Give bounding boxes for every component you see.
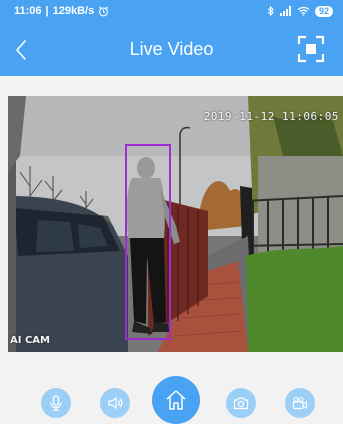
camera-icon	[233, 397, 249, 410]
status-right: 92	[267, 5, 333, 17]
alarm-clock-icon	[99, 6, 109, 16]
record-button[interactable]	[285, 388, 315, 418]
status-bar: 11:06 | 129kB/s 92	[0, 0, 343, 22]
video-frame-scene	[8, 96, 343, 352]
microphone-button[interactable]	[41, 388, 71, 418]
status-left: 11:06 | 129kB/s	[14, 5, 109, 17]
nav-bar: Live Video	[0, 22, 343, 76]
live-video-feed[interactable]: 2019-11-12 11:06:05 AI CAM	[8, 96, 343, 352]
wifi-icon	[297, 6, 310, 16]
status-net-speed: 129kB/s	[52, 5, 95, 17]
page-title: Live Video	[129, 39, 214, 59]
person-detection-box	[125, 144, 171, 340]
status-divider: |	[45, 5, 49, 17]
video-record-icon	[292, 396, 308, 410]
battery-indicator: 92	[314, 5, 333, 17]
snapshot-button[interactable]	[226, 388, 256, 418]
microphone-icon	[50, 395, 62, 411]
fullscreen-icon	[297, 35, 325, 63]
ai-cam-label: AI CAM	[10, 335, 50, 346]
video-timestamp: 2019-11-12 11:06:05	[203, 110, 339, 123]
home-icon	[166, 390, 186, 410]
signal-icon	[279, 6, 291, 16]
speaker-button[interactable]	[100, 388, 130, 418]
fullscreen-button[interactable]	[297, 35, 325, 63]
status-time: 11:06	[14, 5, 42, 17]
bluetooth-icon	[267, 5, 274, 17]
control-bar	[0, 372, 343, 424]
speaker-icon	[108, 396, 123, 410]
home-button[interactable]	[152, 376, 200, 424]
video-top-spacer	[0, 76, 343, 96]
